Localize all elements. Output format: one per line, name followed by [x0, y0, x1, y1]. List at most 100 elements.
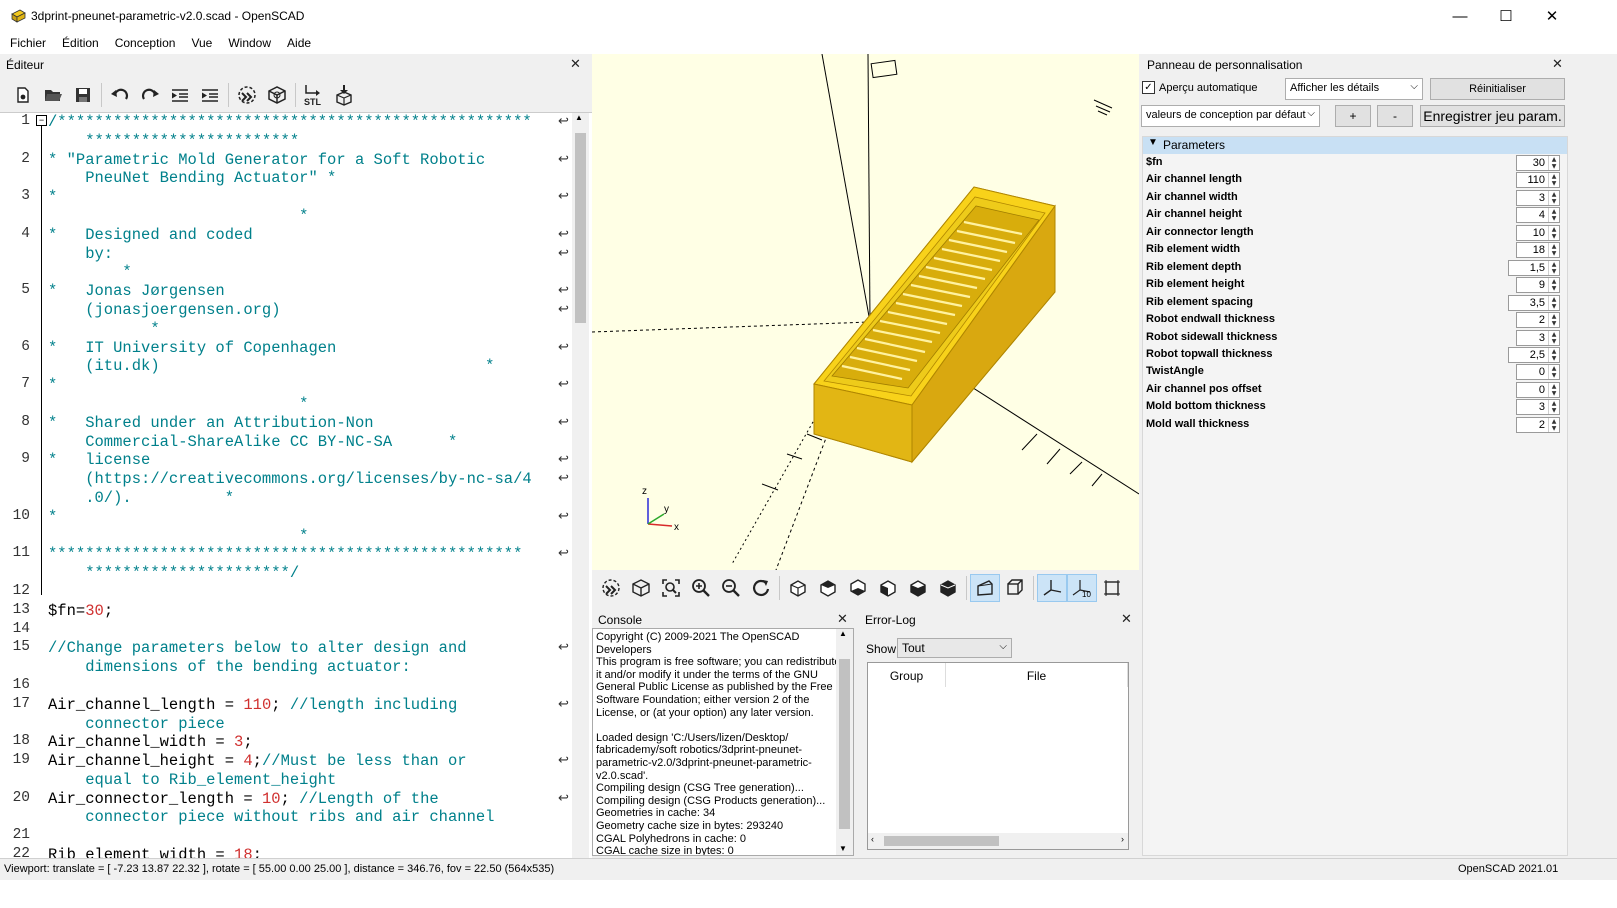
menu-aide[interactable]: Aide: [277, 32, 317, 54]
parameter-spinbox[interactable]: 3 ▲ ▼: [1516, 329, 1560, 346]
code-editor[interactable]: − 1/************************************…: [0, 112, 592, 885]
error-log-filter-select[interactable]: Tout ⌵: [897, 638, 1012, 658]
orthogonal-button[interactable]: [1000, 574, 1030, 602]
code-line[interactable]: *: [0, 263, 572, 282]
view-render-button[interactable]: [626, 574, 656, 602]
spin-arrows-icon[interactable]: ▲ ▼: [1548, 347, 1559, 362]
editor-vertical-scrollbar[interactable]: ▲ ▼: [572, 113, 589, 885]
show-edges-button[interactable]: [1097, 574, 1127, 602]
menu-fichier[interactable]: Fichier: [0, 32, 52, 54]
parameter-spinbox[interactable]: 0 ▲ ▼: [1516, 364, 1560, 381]
minimize-button[interactable]: —: [1437, 0, 1483, 32]
view-right-button[interactable]: [783, 574, 813, 602]
code-line[interactable]: dimensions of the bending actuator:: [0, 658, 572, 677]
parameter-value[interactable]: 10: [1517, 226, 1548, 240]
parameter-value[interactable]: 1,5: [1509, 261, 1548, 275]
maximize-button[interactable]: ☐: [1483, 0, 1529, 32]
spin-arrows-icon[interactable]: ▲ ▼: [1548, 260, 1559, 275]
save-preset-button[interactable]: Enregistrer jeu param.: [1420, 105, 1565, 127]
parameter-value[interactable]: 3: [1517, 400, 1548, 414]
code-line[interactable]: 11 **************************************…: [0, 545, 572, 564]
parameter-value[interactable]: 2: [1517, 313, 1548, 327]
parameter-value[interactable]: 2,5: [1509, 348, 1548, 362]
code-line[interactable]: 4 * Designed and coded ↩: [0, 226, 572, 245]
export-stl-button[interactable]: STL: [299, 81, 329, 109]
view-left-button[interactable]: [873, 574, 903, 602]
parameter-value[interactable]: 9: [1517, 278, 1548, 292]
error-log-scroll-thumb[interactable]: [884, 836, 999, 846]
parameter-spinbox[interactable]: 3,5 ▲ ▼: [1508, 294, 1560, 311]
perspective-button[interactable]: [970, 574, 1000, 602]
menu-window[interactable]: Window: [218, 32, 277, 54]
menu-conception[interactable]: Conception: [105, 32, 182, 54]
scroll-down-icon[interactable]: ▼: [839, 844, 847, 853]
view-top-button[interactable]: [813, 574, 843, 602]
view-preview-button[interactable]: [596, 574, 626, 602]
spin-arrows-icon[interactable]: ▲ ▼: [1548, 400, 1559, 415]
parameter-spinbox[interactable]: 9 ▲ ▼: [1516, 277, 1560, 294]
parameter-spinbox[interactable]: 2 ▲ ▼: [1516, 312, 1560, 329]
view-bottom-button[interactable]: [843, 574, 873, 602]
parameter-value[interactable]: 0: [1517, 365, 1548, 379]
code-line[interactable]: *: [0, 207, 572, 226]
parameter-spinbox[interactable]: 3 ▲ ▼: [1516, 399, 1560, 416]
code-line[interactable]: 12: [0, 583, 572, 602]
open-file-button[interactable]: [38, 81, 68, 109]
spin-arrows-icon[interactable]: ▲ ▼: [1548, 313, 1559, 328]
scroll-up-icon[interactable]: ▲: [839, 629, 847, 638]
code-line[interactable]: 17 Air_channel_length = 110; //length inc…: [0, 696, 572, 715]
parameter-spinbox[interactable]: 3 ▲ ▼: [1516, 189, 1560, 206]
parameter-value[interactable]: 2: [1517, 418, 1548, 432]
code-line[interactable]: (https://creativecommons.org/licenses/by…: [0, 470, 572, 489]
spin-arrows-icon[interactable]: ▲ ▼: [1548, 156, 1559, 170]
redo-button[interactable]: [135, 81, 165, 109]
add-preset-button[interactable]: +: [1335, 105, 1371, 127]
unindent-button[interactable]: [165, 81, 195, 109]
code-line[interactable]: 5 * Jonas Jørgensen ↩: [0, 282, 572, 301]
spin-arrows-icon[interactable]: ▲ ▼: [1548, 208, 1559, 223]
parameter-spinbox[interactable]: 10 ▲ ▼: [1516, 224, 1560, 241]
code-line[interactable]: 7 * ↩: [0, 376, 572, 395]
code-line[interactable]: equal to Rib_element_height: [0, 771, 572, 790]
parameter-value[interactable]: 3: [1517, 331, 1548, 345]
spin-arrows-icon[interactable]: ▲ ▼: [1548, 295, 1559, 310]
code-line[interactable]: 3 * ↩: [0, 188, 572, 207]
spin-arrows-icon[interactable]: ▲ ▼: [1548, 382, 1559, 397]
code-line[interactable]: **********************/: [0, 564, 572, 583]
details-select[interactable]: Afficher les détails ⌵: [1285, 78, 1423, 100]
code-line[interactable]: 10 * ↩: [0, 508, 572, 527]
code-line[interactable]: 6 * IT University of Copenhagen ↩: [0, 339, 572, 358]
spin-arrows-icon[interactable]: ▲ ▼: [1548, 417, 1559, 432]
parameter-spinbox[interactable]: 1,5 ▲ ▼: [1508, 259, 1560, 276]
parameter-value[interactable]: 3: [1517, 191, 1548, 205]
console-close-icon[interactable]: ✕: [837, 611, 848, 627]
parameters-group-header[interactable]: ▼ Parameters: [1143, 137, 1567, 154]
code-line[interactable]: connector piece: [0, 715, 572, 734]
code-line[interactable]: 21: [0, 827, 572, 846]
undo-button[interactable]: [105, 81, 135, 109]
scroll-up-icon[interactable]: ▲: [575, 113, 583, 122]
code-line[interactable]: 9 * license ↩: [0, 451, 572, 470]
code-line[interactable]: Commercial-ShareAlike CC BY-NC-SA *: [0, 433, 572, 452]
spin-arrows-icon[interactable]: ▲ ▼: [1548, 225, 1559, 240]
editor-scroll-thumb[interactable]: [575, 133, 586, 323]
reset-view-button[interactable]: [746, 574, 776, 602]
parameter-spinbox[interactable]: 30 ▲ ▼: [1516, 155, 1560, 171]
parameter-value[interactable]: 110: [1517, 173, 1548, 187]
code-line[interactable]: 14: [0, 621, 572, 640]
console-output[interactable]: Copyright (C) 2009-2021 The OpenSCAD Deve…: [592, 628, 854, 856]
parameter-spinbox[interactable]: 4 ▲ ▼: [1516, 207, 1560, 224]
code-line[interactable]: 8 * Shared under an Attribution-Non ↩: [0, 414, 572, 433]
code-line[interactable]: *: [0, 395, 572, 414]
new-file-button[interactable]: [8, 81, 38, 109]
code-line[interactable]: 15 //Change parameters below to alter des…: [0, 639, 572, 658]
console-scrollbar[interactable]: ▲ ▼: [836, 629, 853, 855]
code-line[interactable]: .0/). *: [0, 489, 572, 508]
error-log-horizontal-scrollbar[interactable]: ‹ ›: [868, 833, 1128, 849]
auto-preview-checkbox[interactable]: ✓: [1142, 81, 1155, 94]
customizer-close-icon[interactable]: ✕: [1552, 56, 1563, 72]
spin-arrows-icon[interactable]: ▲ ▼: [1548, 173, 1559, 188]
spin-arrows-icon[interactable]: ▲ ▼: [1548, 365, 1559, 380]
remove-preset-button[interactable]: -: [1377, 105, 1413, 127]
parameter-value[interactable]: 18: [1517, 243, 1548, 257]
